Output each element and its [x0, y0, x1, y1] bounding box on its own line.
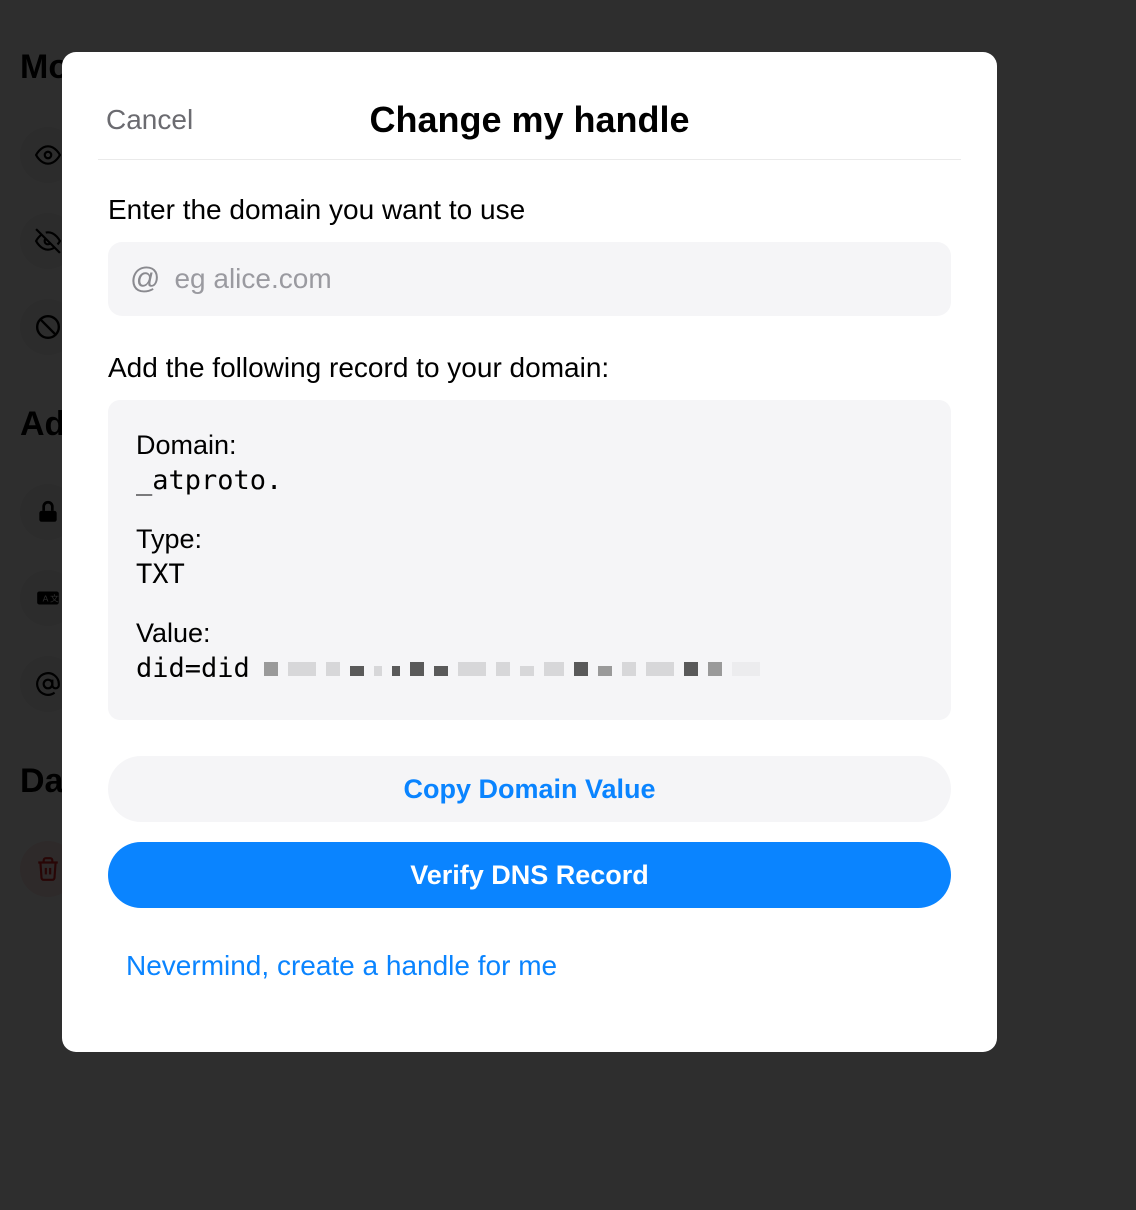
nevermind-link[interactable]: Nevermind, create a handle for me: [108, 950, 951, 982]
copy-domain-value-button[interactable]: Copy Domain Value: [108, 756, 951, 822]
at-sign-icon: @: [130, 262, 160, 296]
record-value-prefix: did=did: [136, 653, 250, 684]
cancel-button[interactable]: Cancel: [106, 104, 193, 136]
domain-input-wrap[interactable]: @: [108, 242, 951, 316]
modal-header: Cancel Change my handle: [98, 80, 961, 160]
redacted-did-value: [264, 662, 760, 676]
domain-field-label: Enter the domain you want to use: [108, 194, 951, 226]
record-domain-label: Domain:: [136, 430, 923, 461]
record-instruction-label: Add the following record to your domain:: [108, 352, 951, 384]
record-type-label: Type:: [136, 524, 923, 555]
change-handle-modal: Cancel Change my handle Enter the domain…: [62, 52, 997, 1052]
record-value-label: Value:: [136, 618, 923, 649]
verify-dns-record-button[interactable]: Verify DNS Record: [108, 842, 951, 908]
record-domain-value: _atproto.: [136, 465, 923, 496]
dns-record-box: Domain: _atproto. Type: TXT Value: did=d…: [108, 400, 951, 720]
modal-title: Change my handle: [369, 99, 689, 141]
domain-input[interactable]: [174, 263, 929, 295]
record-type-value: TXT: [136, 559, 923, 590]
